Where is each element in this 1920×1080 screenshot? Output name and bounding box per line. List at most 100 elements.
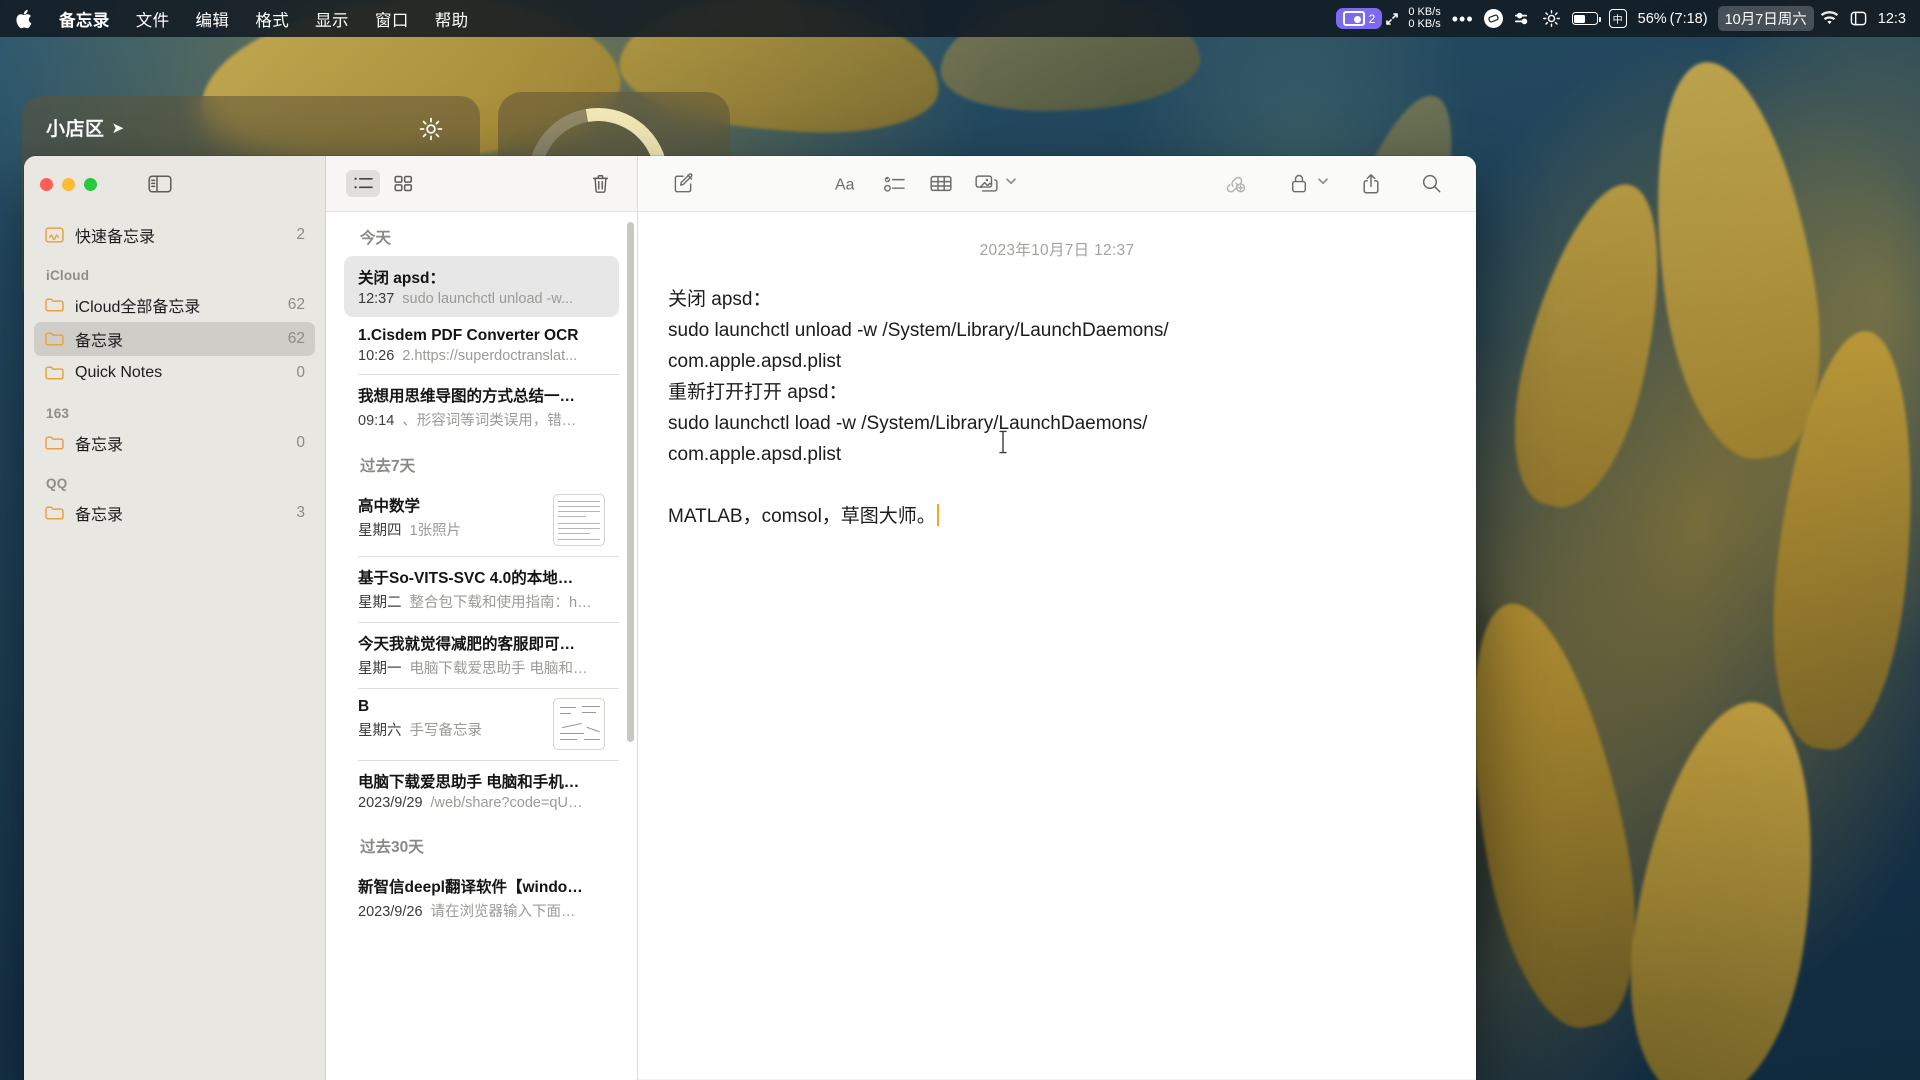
- note-item-meta: 12:37: [358, 291, 395, 307]
- menu-item-help[interactable]: 帮助: [422, 5, 482, 33]
- quick-note-icon: [44, 227, 64, 243]
- note-line: com.apple.apsd.plist: [668, 444, 842, 465]
- menu-item-view[interactable]: 显示: [302, 5, 362, 33]
- search-icon[interactable]: [1408, 169, 1454, 199]
- control-sliders-icon[interactable]: [1513, 9, 1532, 28]
- sidebar-section-header-icloud: iCloud: [46, 268, 90, 283]
- folder-icon: [44, 331, 64, 347]
- minimize-button[interactable]: [62, 177, 75, 191]
- note-item-sub: 星期一 电脑下载爱思助手 电脑和…: [358, 657, 605, 678]
- screen-share-icon: [1342, 11, 1365, 26]
- notes-window: 快速备忘录 2 iCloud iCloud全部备忘录 62 备忘录 62 Qui…: [24, 156, 1476, 1080]
- note-list-item[interactable]: 基于So-VITS-SVC 4.0的本地… 星期二 整合包下载和使用指南：h…: [344, 556, 619, 622]
- menu-item-file[interactable]: 文件: [123, 5, 183, 33]
- trash-icon[interactable]: [583, 170, 617, 197]
- sidebar-item-icloud-all-notes[interactable]: iCloud全部备忘录 62: [34, 288, 315, 322]
- note-item-thumbnail: [553, 494, 605, 546]
- expand-arrows-icon[interactable]: [1384, 11, 1400, 27]
- wifi-icon[interactable]: [1820, 11, 1839, 26]
- input-method-indicator[interactable]: 中: [1608, 9, 1627, 28]
- note-item-meta: 09:14: [358, 413, 395, 429]
- table-icon[interactable]: [918, 169, 964, 199]
- network-download-speed: 0 KB/s: [1408, 17, 1441, 30]
- apple-logo-icon[interactable]: [0, 9, 46, 29]
- kelp-blade: [1629, 50, 1841, 470]
- note-list-item[interactable]: 1.Cisdem PDF Converter OCR 10:26 2.https:…: [344, 317, 619, 374]
- note-list: 今天 关闭 apsd： 12:37 sudo launchctl unload -…: [326, 212, 637, 1080]
- chevron-down-icon[interactable]: [1004, 174, 1018, 193]
- weather-location: 小店区 ➤: [46, 114, 125, 141]
- chevron-down-icon[interactable]: [1316, 174, 1330, 193]
- sidebar-item-label: 快速备忘录: [75, 229, 156, 246]
- sidebar-item-label: 备忘录: [75, 333, 124, 350]
- network-speed-indicator[interactable]: 0 KB/s 0 KB/s: [1408, 6, 1441, 30]
- add-link-icon[interactable]: [1212, 169, 1258, 199]
- gallery-view-icon[interactable]: [386, 170, 420, 197]
- zoom-button[interactable]: [84, 177, 97, 191]
- note-editor-body[interactable]: 2023年10月7日 12:37 关闭 apsd： sudo launchctl…: [638, 212, 1476, 1080]
- note-list-item[interactable]: 高中数学 星期四 1张照片: [344, 484, 619, 556]
- battery-percent-label[interactable]: 56%: [1638, 11, 1667, 27]
- note-item-title: 我想用思维导图的方式总结一…: [358, 388, 576, 405]
- battery-meter-icon[interactable]: [1571, 12, 1601, 25]
- note-line: com.apple.apsd.plist: [668, 351, 842, 372]
- sidebar-toggle-icon[interactable]: [148, 174, 172, 194]
- menu-item-window[interactable]: 窗口: [362, 5, 422, 33]
- note-list-scrollbar[interactable]: [627, 222, 634, 742]
- text-insertion-cursor: [998, 430, 1008, 454]
- note-item-text: 关闭 apsd： 12:37 sudo launchctl unload -w..…: [358, 266, 605, 307]
- brightness-icon[interactable]: [1542, 9, 1561, 28]
- note-list-item[interactable]: B 星期六 手写备忘录: [344, 688, 619, 760]
- note-item-title: 新智信deepl翻译软件【windo…: [358, 879, 583, 896]
- note-item-text: 新智信deepl翻译软件【windo… 2023/9/26 请在浏览器输入下面…: [358, 875, 605, 921]
- note-content[interactable]: 关闭 apsd： sudo launchctl unload -w /Syste…: [638, 284, 1476, 532]
- share-icon[interactable]: [1348, 169, 1394, 199]
- note-item-sub: 星期四 1张照片: [358, 519, 543, 540]
- note-item-sub: 星期六 手写备忘录: [358, 719, 543, 740]
- note-list-item[interactable]: 今天我就觉得减肥的客服即可… 星期一 电脑下载爱思助手 电脑和…: [344, 622, 619, 688]
- screen-sharing-badge[interactable]: 2: [1335, 8, 1383, 29]
- note-item-sub: 09:14 、形容词等词类误用，错…: [358, 409, 605, 430]
- sidebar-item-notes-163[interactable]: 备忘录 0: [34, 426, 315, 460]
- sidebar-section-header-qq: QQ: [46, 476, 68, 491]
- sidebar-item-count: 62: [287, 330, 305, 347]
- more-menu-icon[interactable]: •••: [1452, 10, 1474, 28]
- note-item-title: 关闭 apsd：: [358, 270, 445, 287]
- note-item-sub: 星期二 整合包下载和使用指南：h…: [358, 591, 605, 612]
- note-item-text: 1.Cisdem PDF Converter OCR 10:26 2.https:…: [358, 327, 605, 364]
- sidebar-item-notes-qq[interactable]: 备忘录 3: [34, 496, 315, 530]
- sidebar-item-label: 备忘录: [75, 507, 124, 524]
- clock-label[interactable]: 12:3: [1878, 11, 1906, 27]
- note-list-item[interactable]: 电脑下载爱思助手 电脑和手机… 2023/9/29/web/share?code…: [344, 760, 619, 821]
- note-item-meta: 星期二: [358, 595, 402, 611]
- sidebar-item-notes-icloud[interactable]: 备忘录 62: [34, 322, 315, 356]
- sidebar: 快速备忘录 2 iCloud iCloud全部备忘录 62 备忘录 62 Qui…: [24, 156, 326, 1080]
- note-list-item[interactable]: 关闭 apsd： 12:37 sudo launchctl unload -w..…: [344, 256, 619, 317]
- sidebar-item-count: 3: [296, 504, 305, 521]
- list-view-icon[interactable]: [346, 170, 380, 197]
- menu-bar: 备忘录 文件 编辑 格式 显示 窗口 帮助 2 0 KB/s 0 KB/s ••…: [0, 0, 1920, 37]
- checklist-icon[interactable]: [872, 169, 918, 199]
- kelp-blade: [1609, 689, 1841, 1080]
- menu-item-format[interactable]: 格式: [242, 5, 302, 33]
- compose-note-icon[interactable]: [660, 169, 706, 199]
- note-list-item[interactable]: 我想用思维导图的方式总结一… 09:14 、形容词等词类误用，错…: [344, 374, 619, 440]
- note-item-title: 基于So-VITS-SVC 4.0的本地…: [358, 570, 574, 587]
- note-line: sudo launchctl load -w /System/Library/L…: [668, 413, 1148, 434]
- note-item-meta: 2023/9/26: [358, 904, 423, 920]
- app-shortcut-icon[interactable]: [1483, 9, 1503, 28]
- note-item-snippet: 整合包下载和使用指南：h…: [409, 595, 592, 611]
- note-item-snippet: 手写备忘录: [409, 723, 483, 739]
- sidebar-item-quick-note[interactable]: 快速备忘录 2: [34, 218, 315, 252]
- date-label[interactable]: 10月7日周六: [1717, 6, 1814, 31]
- menu-item-app[interactable]: 备忘录: [46, 5, 123, 33]
- format-text-icon[interactable]: Aa: [826, 169, 872, 199]
- sidebar-item-quick-notes-folder[interactable]: Quick Notes 0: [34, 356, 315, 390]
- menu-item-edit[interactable]: 编辑: [183, 5, 243, 33]
- close-button[interactable]: [40, 177, 53, 191]
- note-item-text: 今天我就觉得减肥的客服即可… 星期一 电脑下载爱思助手 电脑和…: [358, 632, 605, 678]
- note-item-meta: 星期四: [358, 523, 402, 539]
- note-list-pane: 今天 关闭 apsd： 12:37 sudo launchctl unload -…: [326, 156, 638, 1080]
- control-center-icon[interactable]: [1850, 10, 1867, 27]
- note-list-item[interactable]: 新智信deepl翻译软件【windo… 2023/9/26 请在浏览器输入下面…: [344, 865, 619, 931]
